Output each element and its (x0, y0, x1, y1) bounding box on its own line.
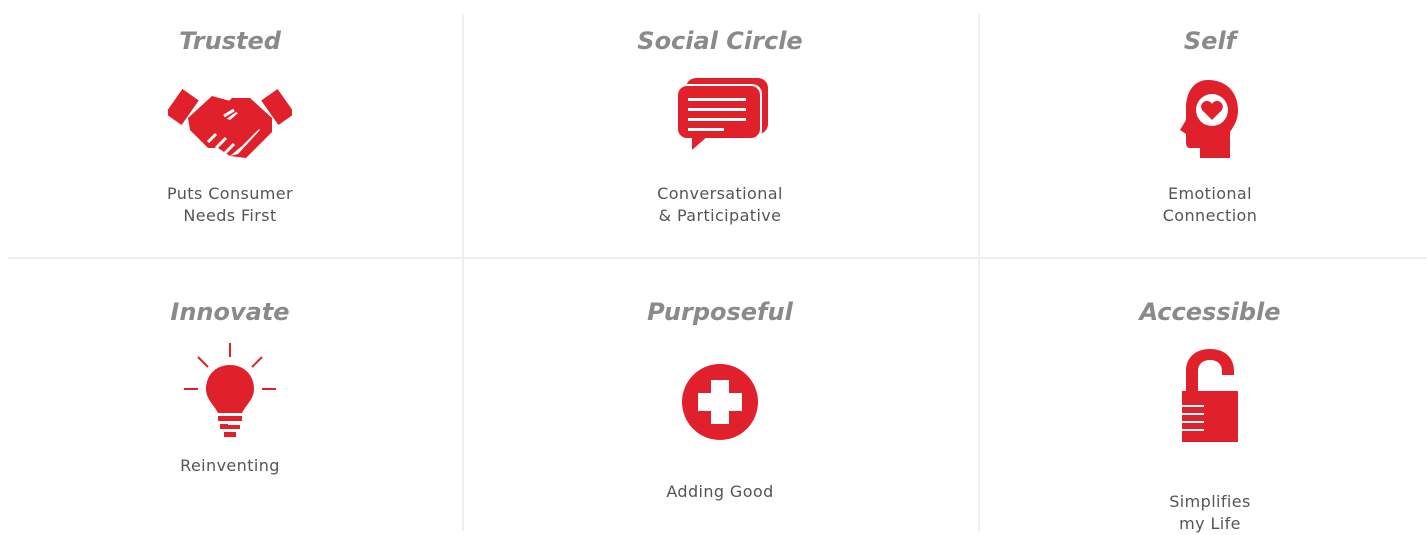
card-caption: Emotional Connection (980, 183, 1427, 227)
head-heart-icon (1180, 80, 1238, 158)
caption-line: Simplifies (1169, 492, 1251, 511)
caption-line: Conversational (657, 184, 783, 203)
card-social-circle: Social Circle Conversational & Participa… (490, 0, 950, 257)
caption-line: Puts Consumer (167, 184, 293, 203)
card-innovate: Innovate Reinventing (0, 259, 460, 531)
plus-circle-icon (682, 364, 758, 440)
card-title: Self (1183, 27, 1237, 55)
handshake-icon (168, 88, 292, 158)
open-padlock-icon (1182, 349, 1238, 442)
card-title: Purposeful (647, 298, 793, 326)
card-trusted: Trusted Puts Consumer Needs First (0, 0, 460, 257)
caption-line: & Participative (658, 206, 782, 225)
column-divider (462, 14, 464, 531)
caption-line: Emotional (1168, 184, 1252, 203)
card-caption: Puts Consumer Needs First (0, 183, 460, 227)
caption-line: Connection (1162, 206, 1258, 225)
card-title: Innovate (170, 298, 290, 326)
card-title: Accessible (1139, 298, 1281, 326)
caption-line: Reinventing (180, 456, 280, 475)
card-caption: Reinventing (0, 455, 460, 477)
card-caption: Simplifies my Life (980, 491, 1427, 535)
caption-line: Adding Good (666, 482, 774, 501)
card-accessible: Accessible Simplifies my Life (980, 259, 1427, 533)
card-purposeful: Purposeful Adding Good (490, 259, 950, 531)
caption-line: my Life (1179, 514, 1241, 533)
card-title: Trusted (179, 27, 281, 55)
chat-bubbles-icon (676, 78, 768, 150)
lightbulb-icon (184, 343, 276, 437)
card-caption: Conversational & Participative (490, 183, 950, 227)
card-title: Social Circle (637, 27, 803, 55)
caption-line: Needs First (183, 206, 277, 225)
card-self: Self Emotional Connection (980, 0, 1427, 257)
values-grid: Trusted Puts Consumer Needs First Social… (0, 0, 1427, 533)
card-caption: Adding Good (490, 481, 950, 503)
